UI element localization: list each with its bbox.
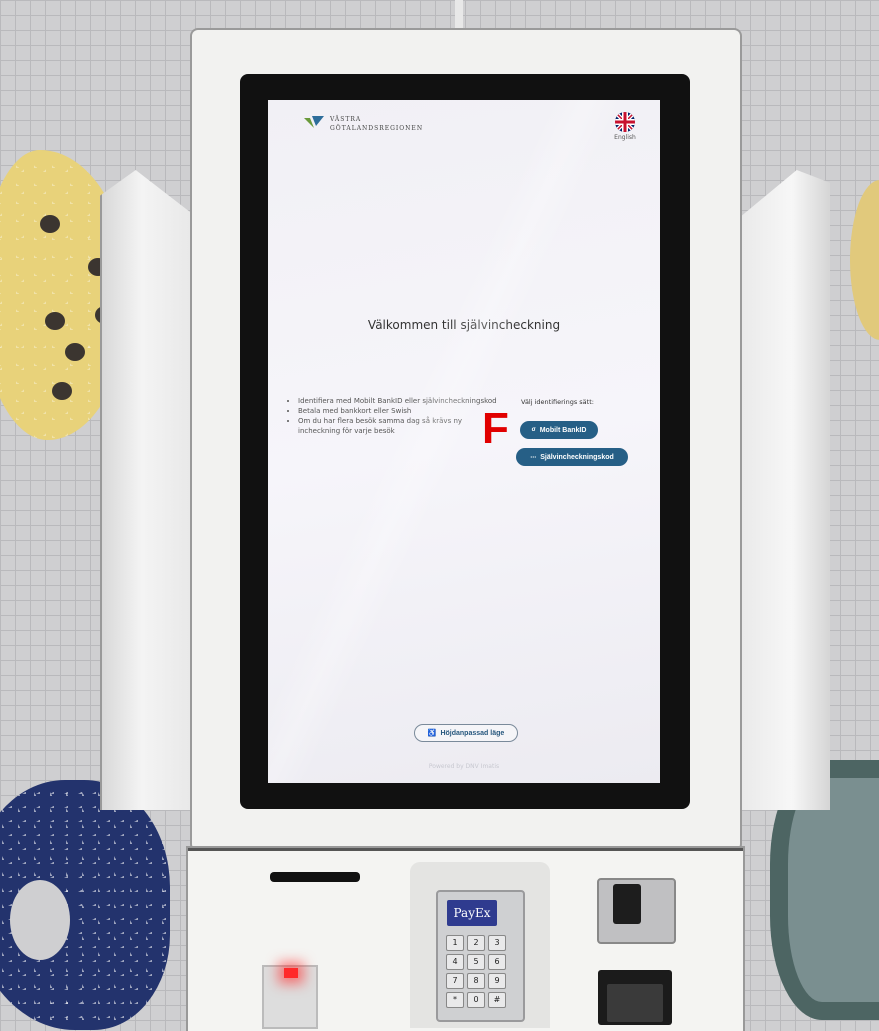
language-label: English bbox=[614, 134, 636, 141]
logo-text-line2: GÖTALANDSREGIONEN bbox=[330, 125, 424, 132]
keypad-key[interactable]: 1 bbox=[446, 935, 464, 951]
keypad-icon: ⋯ bbox=[530, 454, 537, 461]
bankid-icon: σ bbox=[531, 427, 536, 433]
wheelchair-icon: ♿ bbox=[427, 730, 437, 737]
scanner-light bbox=[284, 968, 298, 978]
mosaic-stone bbox=[52, 382, 72, 400]
keypad-key[interactable]: 7 bbox=[446, 973, 464, 989]
keypad-key[interactable]: 6 bbox=[488, 954, 506, 970]
keypad-key[interactable]: * bbox=[446, 992, 464, 1008]
region-logo-icon bbox=[304, 116, 324, 128]
mosaic-stone bbox=[45, 312, 65, 330]
mobilt-bankid-label: Mobilt BankID bbox=[539, 426, 587, 434]
keypad-key[interactable]: 0 bbox=[467, 992, 485, 1008]
card-insert-slot[interactable] bbox=[613, 884, 641, 924]
keypad-key[interactable]: 4 bbox=[446, 954, 464, 970]
keypad-key[interactable]: 2 bbox=[467, 935, 485, 951]
privacy-wing-left bbox=[100, 170, 202, 810]
privacy-wing-right bbox=[735, 170, 830, 810]
keypad-key[interactable]: 9 bbox=[488, 973, 506, 989]
mosaic-stone bbox=[65, 343, 85, 361]
terminal-display: PayEx bbox=[447, 900, 497, 926]
welcome-title: Välkommen till självincheckning bbox=[367, 318, 561, 332]
info-bullet: Betala med bankkort eller Swish bbox=[298, 406, 498, 416]
info-list: Identifiera med Mobilt BankID eller själ… bbox=[286, 396, 498, 436]
info-bullet: Identifiera med Mobilt BankID eller själ… bbox=[298, 396, 498, 406]
height-adjusted-mode-button[interactable]: ♿ Höjdanpassad läge bbox=[414, 724, 518, 742]
keypad-key[interactable]: # bbox=[488, 992, 506, 1008]
receipt-slot bbox=[270, 872, 360, 882]
terminal-keypad[interactable]: 1 2 3 4 5 6 7 8 9 * 0 # bbox=[446, 935, 508, 1008]
contactless-pad bbox=[607, 984, 663, 1022]
language-switch[interactable]: English bbox=[608, 112, 642, 141]
power-cable bbox=[455, 0, 463, 30]
identification-prompt: Välj identifierings sätt: bbox=[521, 398, 594, 406]
keypad-key[interactable]: 8 bbox=[467, 973, 485, 989]
keypad-key[interactable]: 5 bbox=[467, 954, 485, 970]
wall-mosaic-hole bbox=[10, 880, 70, 960]
mobilt-bankid-button[interactable]: σ Mobilt BankID bbox=[520, 421, 598, 439]
powered-by-text: Powered by DNV Imatis bbox=[428, 763, 500, 770]
kiosk-screen: VÄSTRA GÖTALANDSREGIONEN English Välkomm… bbox=[268, 100, 660, 783]
keypad-key[interactable]: 3 bbox=[488, 935, 506, 951]
self-checkin-code-label: Självincheckningskod bbox=[540, 453, 614, 461]
wall-mosaic-right-top bbox=[850, 180, 879, 340]
annotation-marker: F bbox=[482, 404, 509, 453]
self-checkin-code-button[interactable]: ⋯ Självincheckningskod bbox=[516, 448, 628, 466]
logo-text-line1: VÄSTRA bbox=[330, 116, 362, 123]
mosaic-stone bbox=[40, 215, 60, 233]
height-adjusted-mode-label: Höjdanpassad läge bbox=[440, 729, 505, 737]
info-bullet: Om du har flera besök samma dag så krävs… bbox=[298, 416, 498, 436]
uk-flag-icon bbox=[615, 112, 635, 132]
